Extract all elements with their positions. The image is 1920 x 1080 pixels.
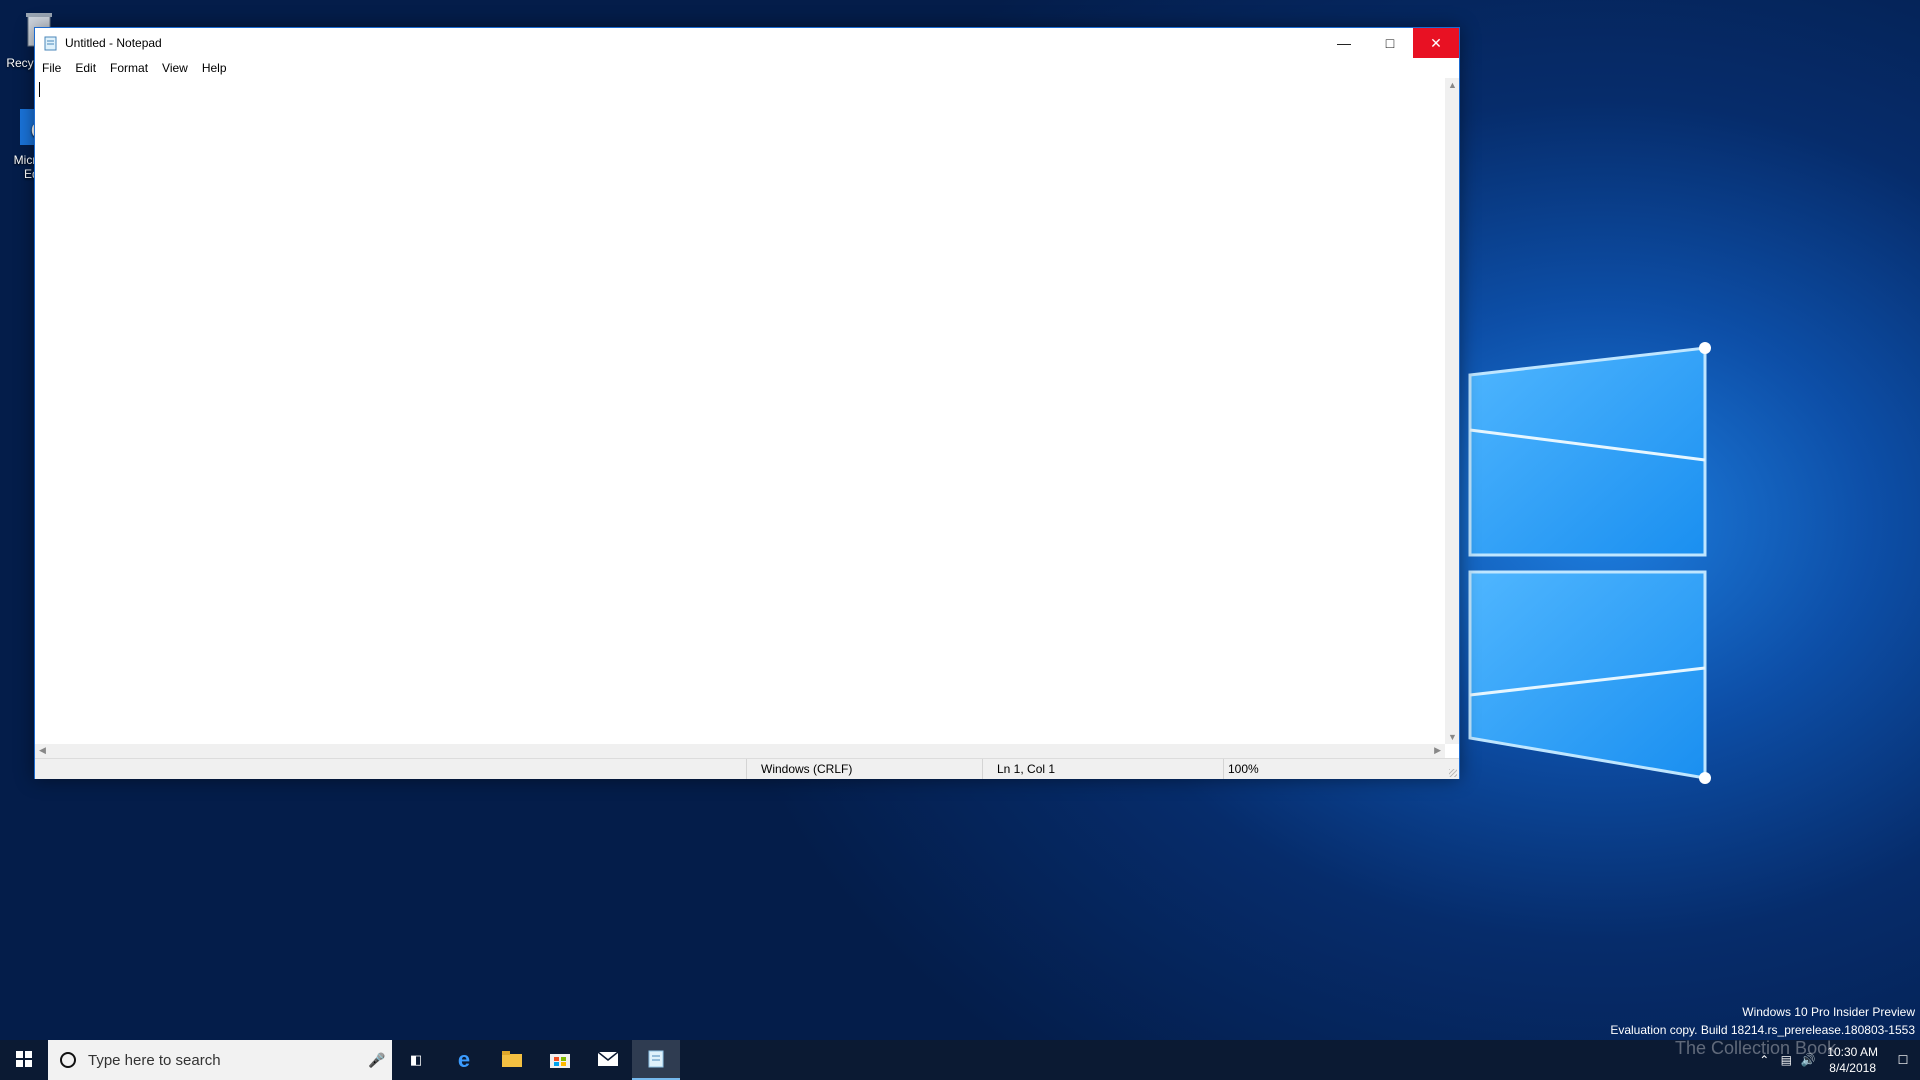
maximize-button[interactable]: □ bbox=[1367, 28, 1413, 58]
notepad-icon bbox=[646, 1050, 666, 1071]
horizontal-scrollbar[interactable]: ◀ ▶ bbox=[35, 744, 1445, 758]
scroll-left-icon[interactable]: ◀ bbox=[39, 745, 46, 756]
close-icon: ✕ bbox=[1430, 34, 1442, 51]
scroll-down-icon[interactable]: ▼ bbox=[1448, 732, 1457, 742]
text-editor[interactable] bbox=[35, 78, 1445, 744]
cortana-icon bbox=[60, 1052, 76, 1068]
microphone-icon[interactable]: 🎤 bbox=[362, 1052, 392, 1069]
window-title: Untitled - Notepad bbox=[65, 36, 162, 50]
resize-grip-icon[interactable] bbox=[1449, 769, 1457, 777]
scroll-up-icon[interactable]: ▲ bbox=[1448, 80, 1457, 90]
status-bar: Windows (CRLF) Ln 1, Col 1 100% bbox=[35, 758, 1459, 779]
vertical-scrollbar[interactable]: ▲ ▼ bbox=[1445, 78, 1459, 744]
taskbar-edge[interactable]: e bbox=[440, 1040, 488, 1080]
status-line-endings: Windows (CRLF) bbox=[746, 759, 852, 779]
clock-date: 8/4/2018 bbox=[1829, 1061, 1876, 1075]
menu-bar: File Edit Format View Help bbox=[35, 58, 1459, 79]
taskbar-search-box[interactable]: Type here to search 🎤 bbox=[48, 1040, 392, 1080]
taskbar-store[interactable] bbox=[536, 1040, 584, 1080]
action-center-icon[interactable]: ☐ bbox=[1886, 1053, 1920, 1067]
start-button[interactable] bbox=[0, 1040, 48, 1080]
minimize-button[interactable]: — bbox=[1321, 28, 1367, 58]
menu-help[interactable]: Help bbox=[202, 60, 227, 76]
taskbar: Type here to search 🎤 ◧ e ⌃ ▤ 🔊 10:30 AM… bbox=[0, 1040, 1920, 1080]
notepad-window: Untitled - Notepad — □ ✕ File Edit Forma… bbox=[34, 27, 1460, 779]
mail-icon bbox=[597, 1050, 619, 1069]
taskbar-file-explorer[interactable] bbox=[488, 1040, 536, 1080]
text-caret bbox=[39, 82, 40, 97]
status-zoom: 100% bbox=[1223, 759, 1259, 779]
task-view-button[interactable]: ◧ bbox=[392, 1040, 440, 1080]
build-watermark: Windows 10 Pro Insider Preview Evaluatio… bbox=[1610, 1003, 1915, 1039]
watermark-build: Evaluation copy. Build 18214.rs_prerelea… bbox=[1610, 1023, 1915, 1037]
edge-icon: e bbox=[457, 1047, 471, 1072]
close-button[interactable]: ✕ bbox=[1413, 28, 1459, 58]
scroll-right-icon[interactable]: ▶ bbox=[1434, 745, 1441, 756]
taskbar-notepad[interactable] bbox=[632, 1040, 680, 1080]
maximize-icon: □ bbox=[1385, 35, 1395, 51]
overlay-watermark: The Collection Book bbox=[1675, 1038, 1836, 1059]
menu-view[interactable]: View bbox=[162, 60, 188, 76]
menu-file[interactable]: File bbox=[42, 60, 61, 76]
windows-logo-icon bbox=[16, 1050, 32, 1070]
search-placeholder: Type here to search bbox=[88, 1051, 221, 1069]
menu-edit[interactable]: Edit bbox=[75, 60, 96, 76]
store-icon bbox=[550, 1050, 570, 1071]
task-view-icon: ◧ bbox=[409, 1052, 423, 1067]
taskbar-mail[interactable] bbox=[584, 1040, 632, 1080]
watermark-edition: Windows 10 Pro Insider Preview bbox=[1742, 1005, 1915, 1019]
overlay-text: The Collection Book bbox=[1675, 1038, 1837, 1058]
title-bar[interactable]: Untitled - Notepad — □ ✕ bbox=[35, 28, 1459, 58]
status-cursor-position: Ln 1, Col 1 bbox=[982, 759, 1055, 779]
minimize-icon: — bbox=[1337, 35, 1351, 51]
menu-format[interactable]: Format bbox=[110, 60, 148, 76]
file-explorer-icon bbox=[502, 1050, 522, 1070]
notepad-icon bbox=[43, 35, 59, 51]
